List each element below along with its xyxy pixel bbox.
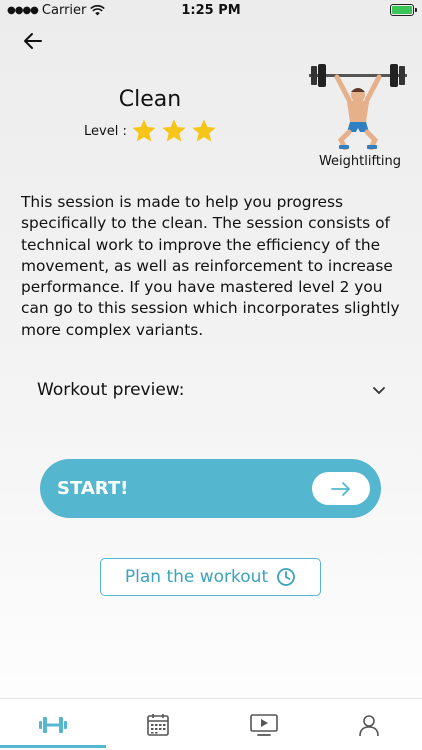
dumbbell-icon — [38, 716, 67, 733]
battery-icon — [390, 4, 417, 16]
workout-description: This session is made to help you progres… — [21, 193, 400, 339]
tab-workouts[interactable] — [0, 699, 106, 750]
category-label: Weightlifting — [318, 154, 402, 169]
star-icon — [162, 119, 186, 142]
plan-workout-button[interactable]: Plan the workout — [100, 558, 321, 596]
start-button[interactable]: START! — [40, 459, 381, 518]
tab-calendar[interactable] — [106, 699, 212, 750]
workout-preview-toggle[interactable]: Workout preview: — [37, 378, 387, 402]
level-label: Level : — [84, 123, 127, 139]
weightlifter-illustration — [309, 64, 407, 150]
video-icon — [249, 713, 278, 736]
back-button[interactable] — [20, 28, 46, 54]
status-bar: ●●●● Carrier 1:25 PM — [0, 0, 422, 22]
status-time: 1:25 PM — [181, 3, 241, 18]
start-button-label: START! — [57, 478, 129, 499]
clock-icon — [277, 568, 296, 586]
start-arrow-pill — [312, 472, 370, 505]
level-indicator: Level : — [84, 117, 218, 145]
chevron-down-icon — [373, 387, 385, 394]
star-icon — [132, 119, 156, 142]
plan-workout-label: Plan the workout — [124, 567, 269, 587]
tab-bar — [0, 698, 422, 750]
tab-profile[interactable] — [317, 699, 422, 750]
arrow-left-icon — [24, 33, 42, 49]
calendar-icon — [147, 713, 170, 736]
workout-title: Clean — [118, 87, 182, 112]
workout-preview-label: Workout preview: — [37, 380, 185, 400]
star-icon — [192, 119, 216, 142]
tab-videos[interactable] — [211, 699, 317, 750]
arrow-right-icon — [331, 481, 350, 496]
level-stars — [130, 117, 218, 145]
profile-icon — [359, 714, 380, 736]
